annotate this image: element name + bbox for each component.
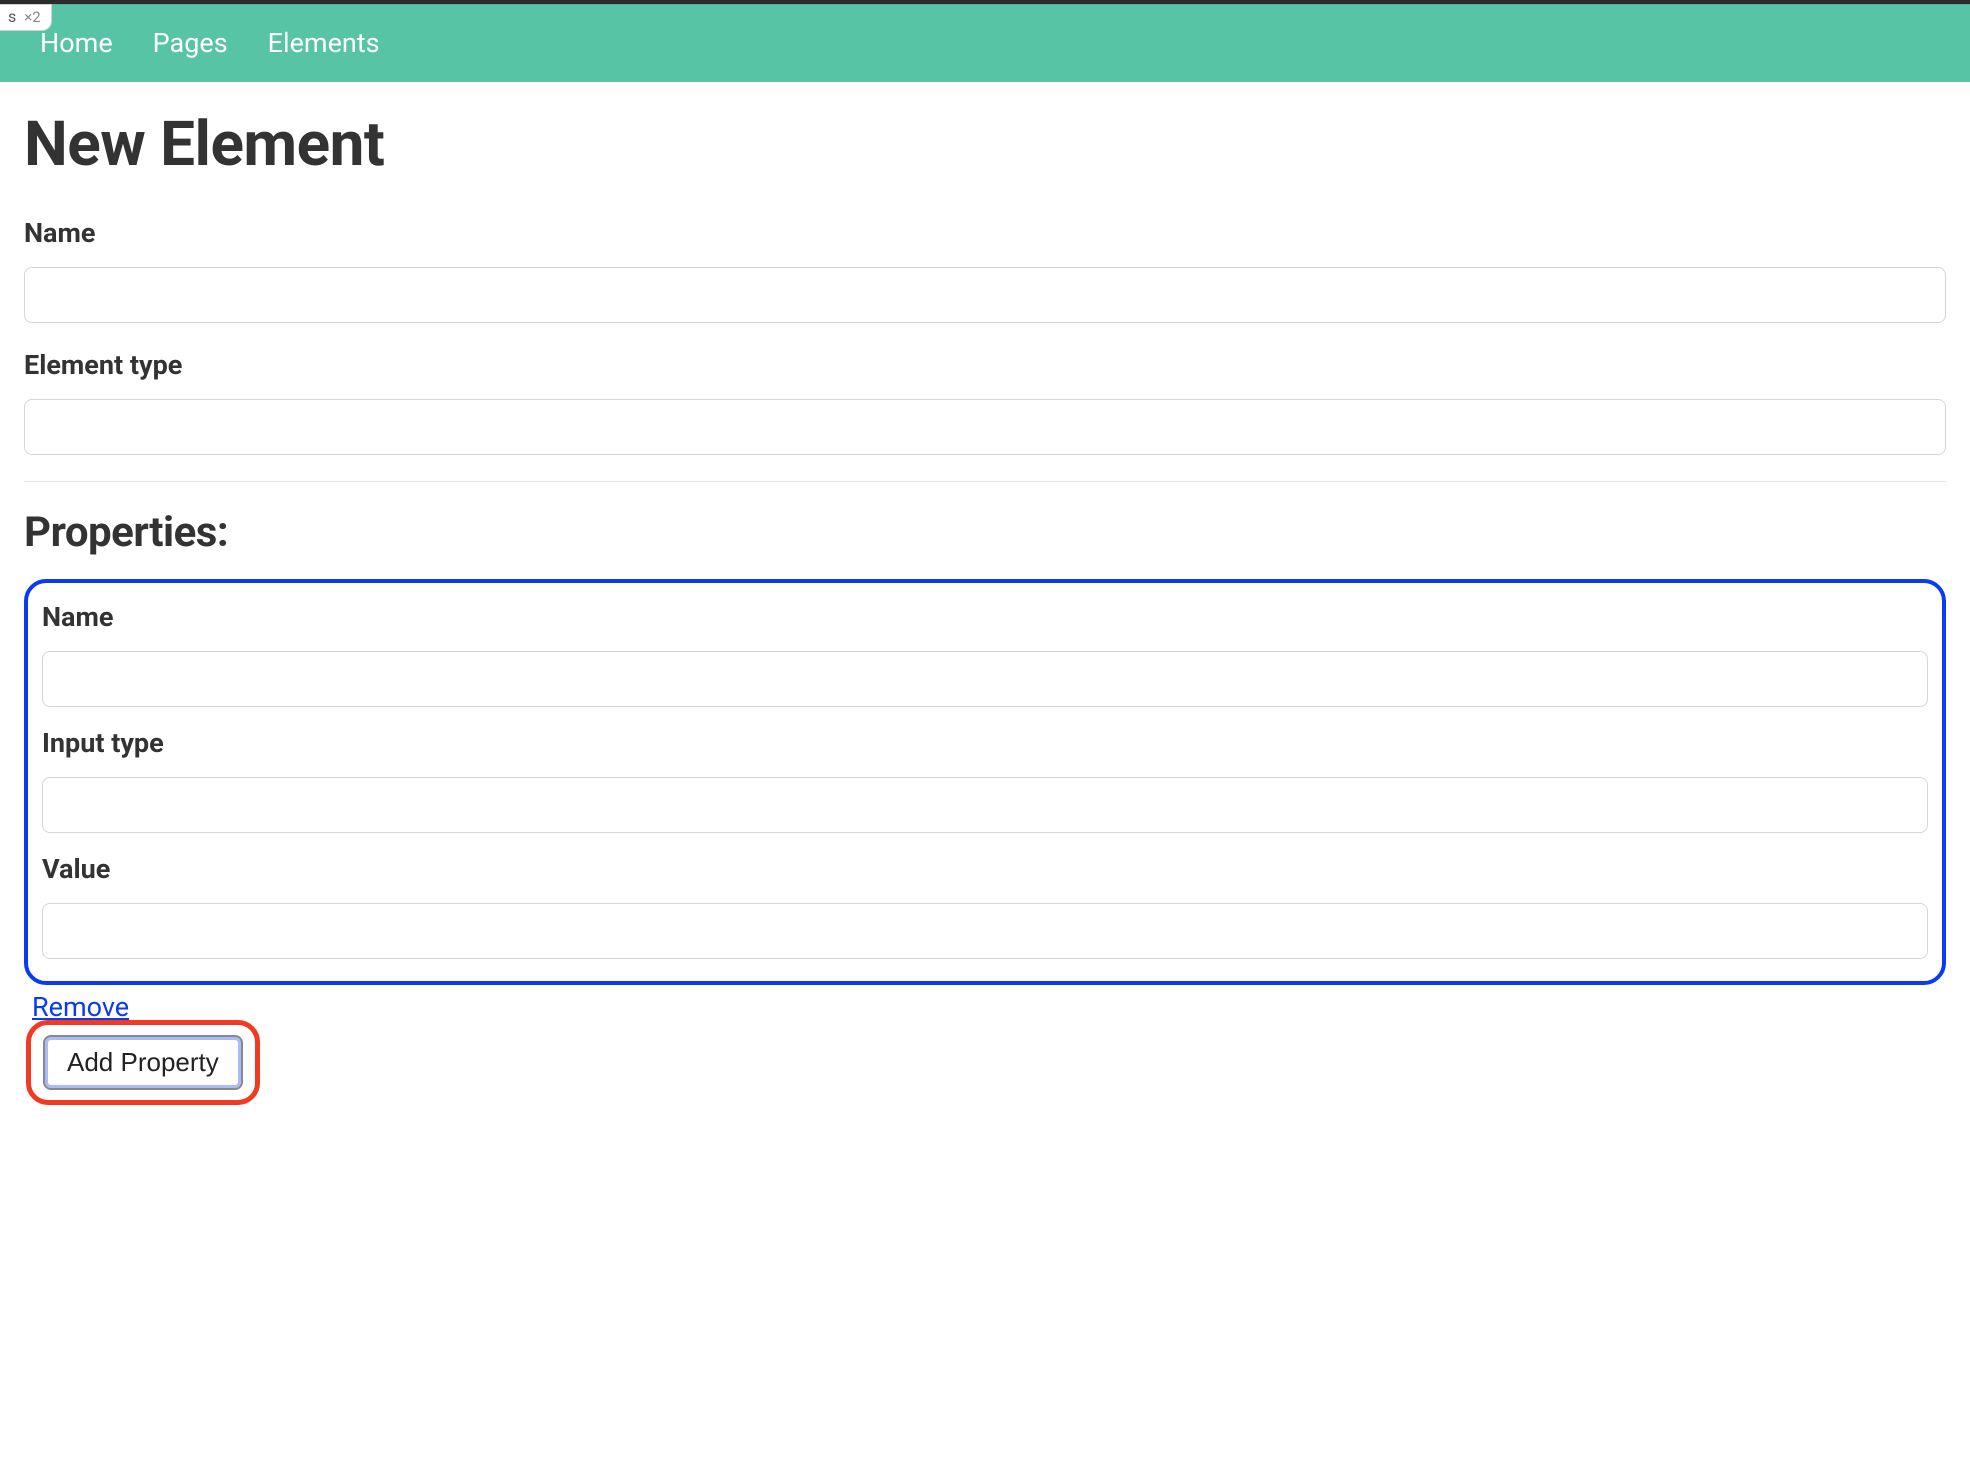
name-input[interactable] <box>24 267 1946 323</box>
property-value-group: Value <box>42 853 1928 959</box>
nav-elements[interactable]: Elements <box>268 27 380 59</box>
property-name-input[interactable] <box>42 651 1928 707</box>
property-value-label: Value <box>42 853 1928 885</box>
section-divider <box>24 481 1946 482</box>
browser-tab-badge: ×2 <box>24 8 40 26</box>
property-name-group: Name <box>42 601 1928 707</box>
browser-tab[interactable]: s ×2 <box>0 4 52 31</box>
property-value-input[interactable] <box>42 903 1928 959</box>
browser-tab-label: s <box>8 7 16 26</box>
page-title: New Element <box>24 108 1946 181</box>
name-label: Name <box>24 217 1946 249</box>
nav-home[interactable]: Home <box>40 27 113 59</box>
property-input-type-label: Input type <box>42 727 1928 759</box>
add-property-highlight: Add Property <box>26 1020 260 1105</box>
add-property-button[interactable]: Add Property <box>43 1035 243 1090</box>
main-content: New Element Name Element type Properties… <box>0 82 1970 1145</box>
property-input-type-input[interactable] <box>42 777 1928 833</box>
element-type-input[interactable] <box>24 399 1946 455</box>
property-input-type-group: Input type <box>42 727 1928 833</box>
remove-property-link[interactable]: Remove <box>32 991 129 1023</box>
element-type-label: Element type <box>24 349 1946 381</box>
properties-heading: Properties: <box>24 508 1946 557</box>
name-group: Name <box>24 217 1946 323</box>
nav-pages[interactable]: Pages <box>153 27 228 59</box>
element-type-group: Element type <box>24 349 1946 455</box>
navbar: Home Pages Elements <box>0 4 1970 82</box>
property-card: Name Input type Value <box>24 579 1946 985</box>
property-name-label: Name <box>42 601 1928 633</box>
